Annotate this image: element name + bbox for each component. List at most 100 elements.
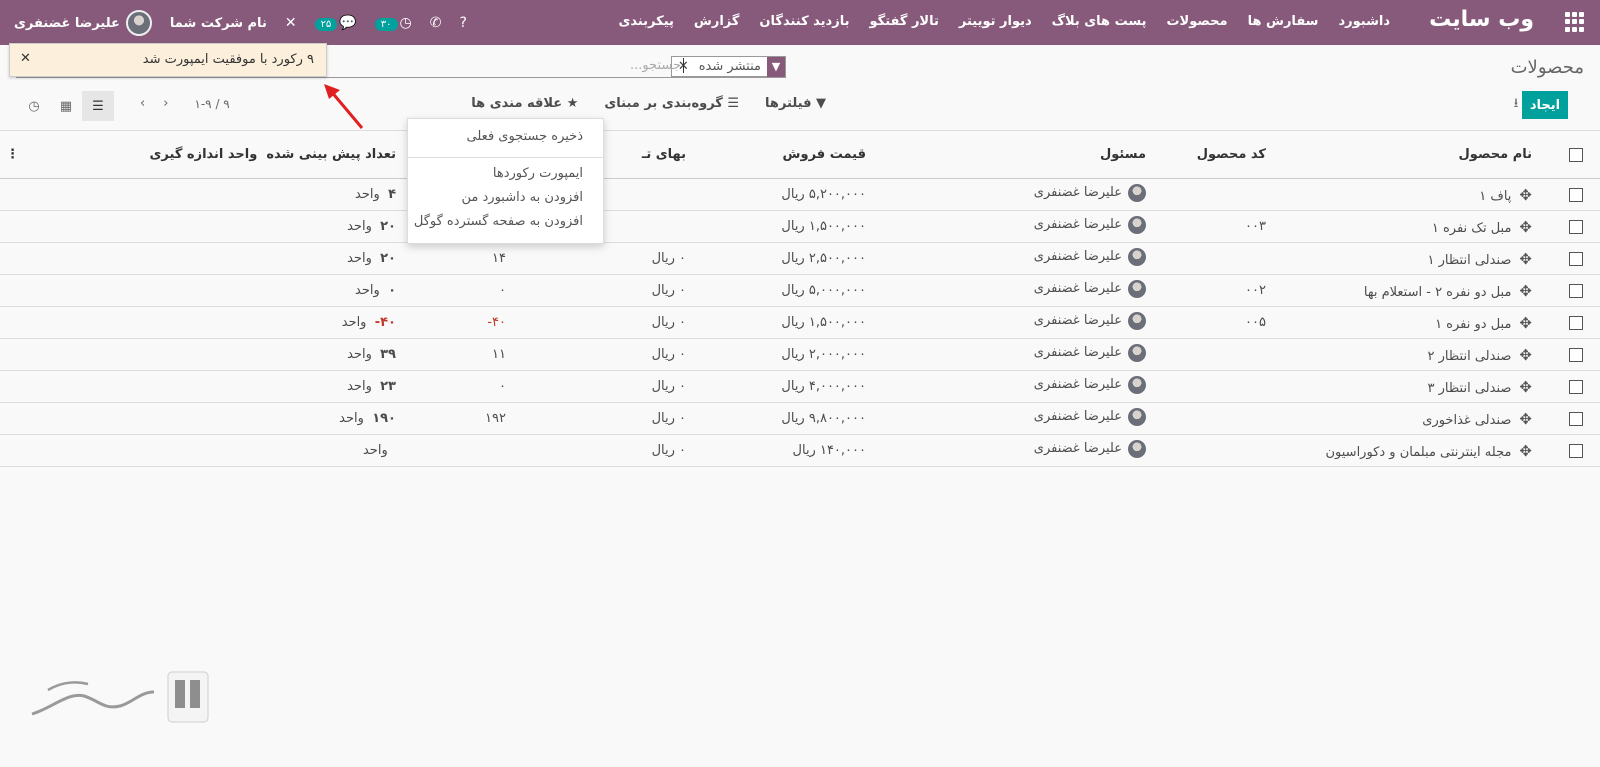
- menu-item-forum[interactable]: تالار گفتگو: [869, 14, 938, 29]
- table-row[interactable]: ✥ صندلی انتظار ۲ علیرضا غضنفری ۲,۰۰۰,۰۰۰ ری…: [0, 338, 1600, 371]
- cell-onhand: ۱۹۲: [402, 402, 512, 435]
- cell-price: ۲,۵۰۰,۰۰۰ ریال: [692, 242, 872, 275]
- favorites-button[interactable]: ★ علاقه مندی ها: [471, 96, 578, 111]
- row-checkbox[interactable]: [1569, 411, 1583, 426]
- menu-item-visitors[interactable]: بازدید کنندگان: [759, 14, 849, 29]
- drag-handle-icon[interactable]: ✥: [1519, 442, 1532, 460]
- table-row[interactable]: ✥ صندلی غذاخوری علیرضا غضنفری ۹,۸۰۰,۰۰۰ ریا…: [0, 402, 1600, 435]
- favorites-dropdown: ذخیره جستجوی فعلی ایمپورت رکوردها افزودن…: [407, 118, 604, 244]
- activity-icon[interactable]: ۳۰ ◷: [374, 15, 412, 31]
- drag-handle-icon[interactable]: ✥: [1519, 410, 1532, 428]
- menu-item-twitter-wall[interactable]: دیوار توییتر: [959, 14, 1032, 29]
- select-all-checkbox[interactable]: [1569, 147, 1583, 162]
- table-row[interactable]: ✥ صندلی انتظار ۱ علیرضا غضنفری ۲,۵۰۰,۰۰۰ ری…: [0, 242, 1600, 275]
- menu-item-blog-posts[interactable]: پست های بلاگ: [1052, 14, 1147, 29]
- list-view-icon[interactable]: ☰: [82, 91, 114, 121]
- pager-next-icon[interactable]: ›: [163, 96, 168, 111]
- uom: واحد: [347, 379, 372, 394]
- filters-button[interactable]: ▼ فیلترها: [765, 96, 826, 111]
- drag-handle-icon[interactable]: ✥: [1519, 378, 1532, 396]
- cell-code: [1152, 370, 1272, 403]
- menu-item-reporting[interactable]: گزارش: [694, 14, 740, 29]
- table-row[interactable]: ✥ مبل تک نفره ۱ ۰۰۳ علیرضا غضنفری ۱,۵۰۰,۰۰۰ …: [0, 210, 1600, 243]
- menu-item-dashboard[interactable]: داشبورد: [1338, 14, 1390, 29]
- cell-code: ۰۰۲: [1152, 274, 1272, 307]
- optional-columns-icon[interactable]: ⋮: [0, 130, 25, 179]
- groupby-button[interactable]: ☰ گروه‌بندی بر مبنای: [604, 96, 739, 111]
- table-row[interactable]: ✥ صندلی انتظار ۳ علیرضا غضنفری ۴,۰۰۰,۰۰۰ ری…: [0, 370, 1600, 403]
- row-checkbox[interactable]: [1569, 315, 1583, 330]
- cell-cost: ۰ ریال: [512, 434, 692, 467]
- drag-handle-icon[interactable]: ✥: [1519, 250, 1532, 268]
- drag-handle-icon[interactable]: ✥: [1519, 186, 1532, 204]
- row-select-cell: [1552, 338, 1600, 371]
- table-row[interactable]: ✥ مجله اینترنتی مبلمان و دکوراسیون علیرضا …: [0, 434, 1600, 467]
- forecast-qty: ۴: [388, 187, 396, 202]
- product-name: مبل دو نفره ۱: [1435, 316, 1512, 332]
- row-select-cell: [1552, 242, 1600, 275]
- view-switcher: ◷ ▦ ☰: [18, 91, 114, 121]
- company-switcher[interactable]: نام شرکت شما: [170, 16, 267, 31]
- col-price[interactable]: قیمت فروش: [692, 130, 872, 179]
- cell-forecast: ۲۰ واحد: [25, 242, 402, 275]
- table-row[interactable]: ✥ مبل دو نفره ۱ ۰۰۵ علیرضا غضنفری ۱,۵۰۰,۰۰۰ …: [0, 306, 1600, 339]
- row-checkbox[interactable]: [1569, 443, 1583, 458]
- row-select-cell: [1552, 306, 1600, 339]
- drag-handle-icon[interactable]: ✥: [1519, 282, 1532, 300]
- table-row[interactable]: ✥ مبل دو نفره ۲ - استعلام بها ۰۰۲ علیرضا غض…: [0, 274, 1600, 307]
- cell-price: ۱,۵۰۰,۰۰۰ ریال: [692, 210, 872, 243]
- sale-price: ۱,۵۰۰,۰۰۰ ریال: [781, 219, 866, 234]
- messaging-icon[interactable]: ۲۵ 💬: [314, 15, 357, 31]
- row-checkbox[interactable]: [1569, 347, 1583, 362]
- cell-name: ✥ مبل تک نفره ۱: [1272, 210, 1552, 243]
- create-button[interactable]: ایجاد: [1522, 91, 1568, 119]
- toast-close-icon[interactable]: ✕: [20, 51, 31, 66]
- user-menu[interactable]: علیرضا غضنفری: [14, 10, 152, 36]
- menu-item-orders[interactable]: سفارش ها: [1248, 14, 1319, 29]
- owner-avatar: [1128, 183, 1146, 202]
- uom: واحد: [339, 411, 364, 426]
- cell-onhand: ۰: [402, 274, 512, 307]
- apps-menu-icon[interactable]: [1562, 12, 1584, 32]
- table-header: نام محصول کد محصول مسئول قیمت فروش بهای …: [0, 130, 1600, 179]
- company-name: نام شرکت شما: [169, 15, 267, 31]
- add-to-dashboard[interactable]: افزودن به داشبورد من: [408, 186, 603, 210]
- cell-onhand: ۰: [402, 370, 512, 403]
- drag-handle-icon[interactable]: ✥: [1519, 346, 1532, 364]
- uom: واحد: [362, 443, 388, 458]
- col-owner[interactable]: مسئول: [872, 130, 1152, 179]
- onhand-qty: ۱۹۲: [485, 411, 506, 426]
- menu-item-products[interactable]: محصولات: [1166, 14, 1227, 29]
- owner-avatar: [1128, 215, 1146, 234]
- add-to-google-spreadsheet[interactable]: افزودن به صفحه گسترده گوگل: [408, 210, 603, 234]
- drag-handle-icon[interactable]: ✥: [1519, 314, 1532, 332]
- table-row[interactable]: ✥ پاف ۱ علیرضا غضنفری ۵,۲۰۰,۰۰۰ ریال ۴ واحد: [0, 178, 1600, 211]
- cell-cost: ۰ ریال: [512, 338, 692, 371]
- phone-icon[interactable]: ✆: [430, 15, 442, 31]
- drag-handle-icon[interactable]: ✥: [1519, 218, 1532, 236]
- col-name[interactable]: نام محصول: [1272, 130, 1552, 179]
- filters-label: فیلترها: [765, 96, 812, 111]
- row-checkbox[interactable]: [1569, 283, 1583, 298]
- debug-tools-icon[interactable]: ✕: [285, 15, 297, 31]
- save-current-search[interactable]: ذخیره جستجوی فعلی: [408, 125, 603, 149]
- import-records[interactable]: ایمپورت رکوردها: [408, 162, 603, 186]
- activity-view-icon[interactable]: ◷: [18, 91, 50, 121]
- row-checkbox[interactable]: [1569, 187, 1583, 202]
- dropdown-divider: [408, 157, 603, 158]
- pager-prev-icon[interactable]: ‹: [140, 96, 145, 111]
- help-icon[interactable]: ?: [459, 15, 466, 31]
- annotation-arrow-icon: [324, 84, 364, 129]
- kanban-view-icon[interactable]: ▦: [50, 91, 82, 121]
- user-name: علیرضا غضنفری: [14, 15, 120, 31]
- menu-item-configuration[interactable]: پیکربندی: [618, 14, 673, 29]
- col-forecast-uom[interactable]: تعداد پیش بینی شده واحد اندازه گیری: [25, 130, 402, 179]
- pager-value[interactable]: ۱-۹ / ۹: [194, 97, 229, 111]
- row-checkbox[interactable]: [1569, 219, 1583, 234]
- row-checkbox[interactable]: [1569, 379, 1583, 394]
- row-checkbox[interactable]: [1569, 251, 1583, 266]
- cell-cost: ۰ ریال: [512, 402, 692, 435]
- app-brand[interactable]: وب سایت: [1429, 7, 1534, 32]
- col-code[interactable]: کد محصول: [1152, 130, 1272, 179]
- download-icon[interactable]: ⭳: [1506, 94, 1526, 114]
